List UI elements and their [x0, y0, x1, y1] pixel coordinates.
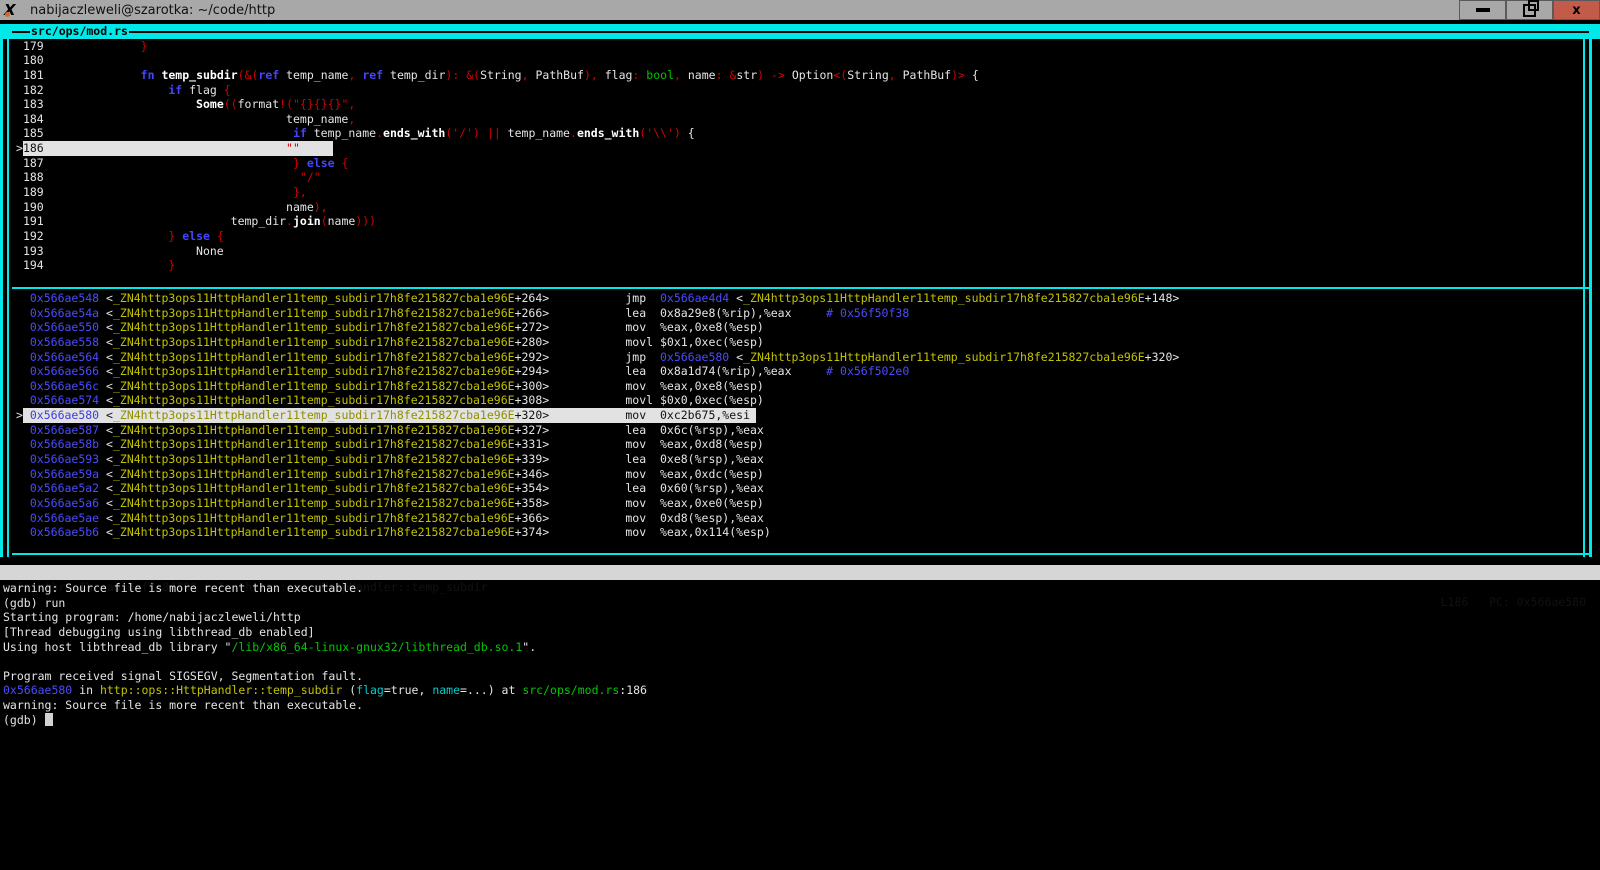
- gdb-status-bar: multi-thre Thread 0xf7c84700 ( In: http:…: [0, 565, 1600, 580]
- terminal-cursor: [45, 713, 53, 726]
- asm-row: 0x566ae54a <_ZN4http3ops11HttpHandler11t…: [0, 306, 1600, 321]
- asm-row: 0x566ae566 <_ZN4http3ops11HttpHandler11t…: [0, 364, 1600, 379]
- console-line: (gdb) run: [0, 596, 1600, 611]
- asm-row: 0x566ae56c <_ZN4http3ops11HttpHandler11t…: [0, 379, 1600, 394]
- asm-row: 0x566ae593 <_ZN4http3ops11HttpHandler11t…: [0, 452, 1600, 467]
- maximize-button[interactable]: [1506, 0, 1553, 20]
- asm-row: 0x566ae5a2 <_ZN4http3ops11HttpHandler11t…: [0, 481, 1600, 496]
- console-line: Using host libthread_db library "/lib/x8…: [0, 640, 1600, 655]
- source-line: 183 Some((format!("{}{}{}",: [0, 97, 1600, 112]
- asm-row: 0x566ae548 <_ZN4http3ops11HttpHandler11t…: [0, 291, 1600, 306]
- asm-row: 0x566ae564 <_ZN4http3ops11HttpHandler11t…: [0, 350, 1600, 365]
- console-line: warning: Source file is more recent than…: [0, 581, 1600, 596]
- window-title: nabijaczleweli@szarotka: ~/code/http: [30, 3, 275, 18]
- border-rule: [12, 31, 1589, 33]
- console-line: Program received signal SIGSEGV, Segment…: [0, 669, 1600, 684]
- source-line: 180: [0, 53, 1600, 68]
- console-line: warning: Source file is more recent than…: [0, 698, 1600, 713]
- minimize-button[interactable]: [1459, 0, 1506, 20]
- xorg-logo-icon: X: [4, 2, 22, 18]
- source-panel-titlebar: src/ops/mod.rs: [0, 24, 1600, 39]
- asm-row: 0x566ae5ae <_ZN4http3ops11HttpHandler11t…: [0, 511, 1600, 526]
- source-line: 190 name),: [0, 200, 1600, 215]
- source-line: 182 if flag {: [0, 83, 1600, 98]
- asm-row: 0x566ae59a <_ZN4http3ops11HttpHandler11t…: [0, 467, 1600, 482]
- source-file-title: src/ops/mod.rs: [30, 24, 129, 39]
- asm-row: 0x566ae58b <_ZN4http3ops11HttpHandler11t…: [0, 437, 1600, 452]
- close-button[interactable]: x: [1553, 0, 1600, 20]
- source-line: 189 },: [0, 185, 1600, 200]
- source-line: 191 temp_dir.join(name))): [0, 214, 1600, 229]
- asm-row: 0x566ae574 <_ZN4http3ops11HttpHandler11t…: [0, 393, 1600, 408]
- panel-divider: [12, 287, 1589, 289]
- source-line: 193 None: [0, 244, 1600, 259]
- asm-row: 0x566ae587 <_ZN4http3ops11HttpHandler11t…: [0, 423, 1600, 438]
- source-line: 194 }: [0, 258, 1600, 273]
- console-line: 0x566ae580 in http::ops::HttpHandler::te…: [0, 683, 1600, 698]
- source-line: 187 } else {: [0, 156, 1600, 171]
- source-line: 188 "/": [0, 170, 1600, 185]
- asm-row: 0x566ae5b6 <_ZN4http3ops11HttpHandler11t…: [0, 525, 1600, 540]
- gdb-console[interactable]: warning: Source file is more recent than…: [0, 581, 1600, 727]
- gdb-prompt-line[interactable]: (gdb): [0, 713, 1600, 728]
- maximize-icon: [1523, 4, 1536, 17]
- source-line: 184 temp_name,: [0, 112, 1600, 127]
- source-line: >186 "": [0, 141, 1600, 156]
- asm-panel-bottom-border: [12, 553, 1589, 555]
- minimize-icon: [1476, 8, 1490, 12]
- asm-row: 0x566ae558 <_ZN4http3ops11HttpHandler11t…: [0, 335, 1600, 350]
- asm-row: > 0x566ae580 <_ZN4http3ops11HttpHandler1…: [0, 408, 1600, 423]
- source-line: 181 fn temp_subdir(&(ref temp_name, ref …: [0, 68, 1600, 83]
- console-line: [Thread debugging using libthread_db ena…: [0, 625, 1600, 640]
- asm-row: 0x566ae5a6 <_ZN4http3ops11HttpHandler11t…: [0, 496, 1600, 511]
- asm-row: 0x566ae550 <_ZN4http3ops11HttpHandler11t…: [0, 320, 1600, 335]
- close-icon: x: [1572, 3, 1580, 18]
- source-line: 192 } else {: [0, 229, 1600, 244]
- source-line: 179 }: [0, 39, 1600, 54]
- disassembly-panel[interactable]: 0x566ae548 <_ZN4http3ops11HttpHandler11t…: [0, 291, 1600, 540]
- console-line: Starting program: /home/nabijaczleweli/h…: [0, 610, 1600, 625]
- xterm-window: X nabijaczleweli@szarotka: ~/code/http x…: [0, 0, 1600, 870]
- window-controls: x: [1459, 0, 1600, 20]
- titlebar[interactable]: X nabijaczleweli@szarotka: ~/code/http x: [0, 0, 1600, 22]
- console-line: [0, 654, 1600, 669]
- source-line: 185 if temp_name.ends_with('/') || temp_…: [0, 126, 1600, 141]
- source-panel[interactable]: 179 } 180 181 fn temp_subdir(&(ref temp_…: [0, 39, 1600, 273]
